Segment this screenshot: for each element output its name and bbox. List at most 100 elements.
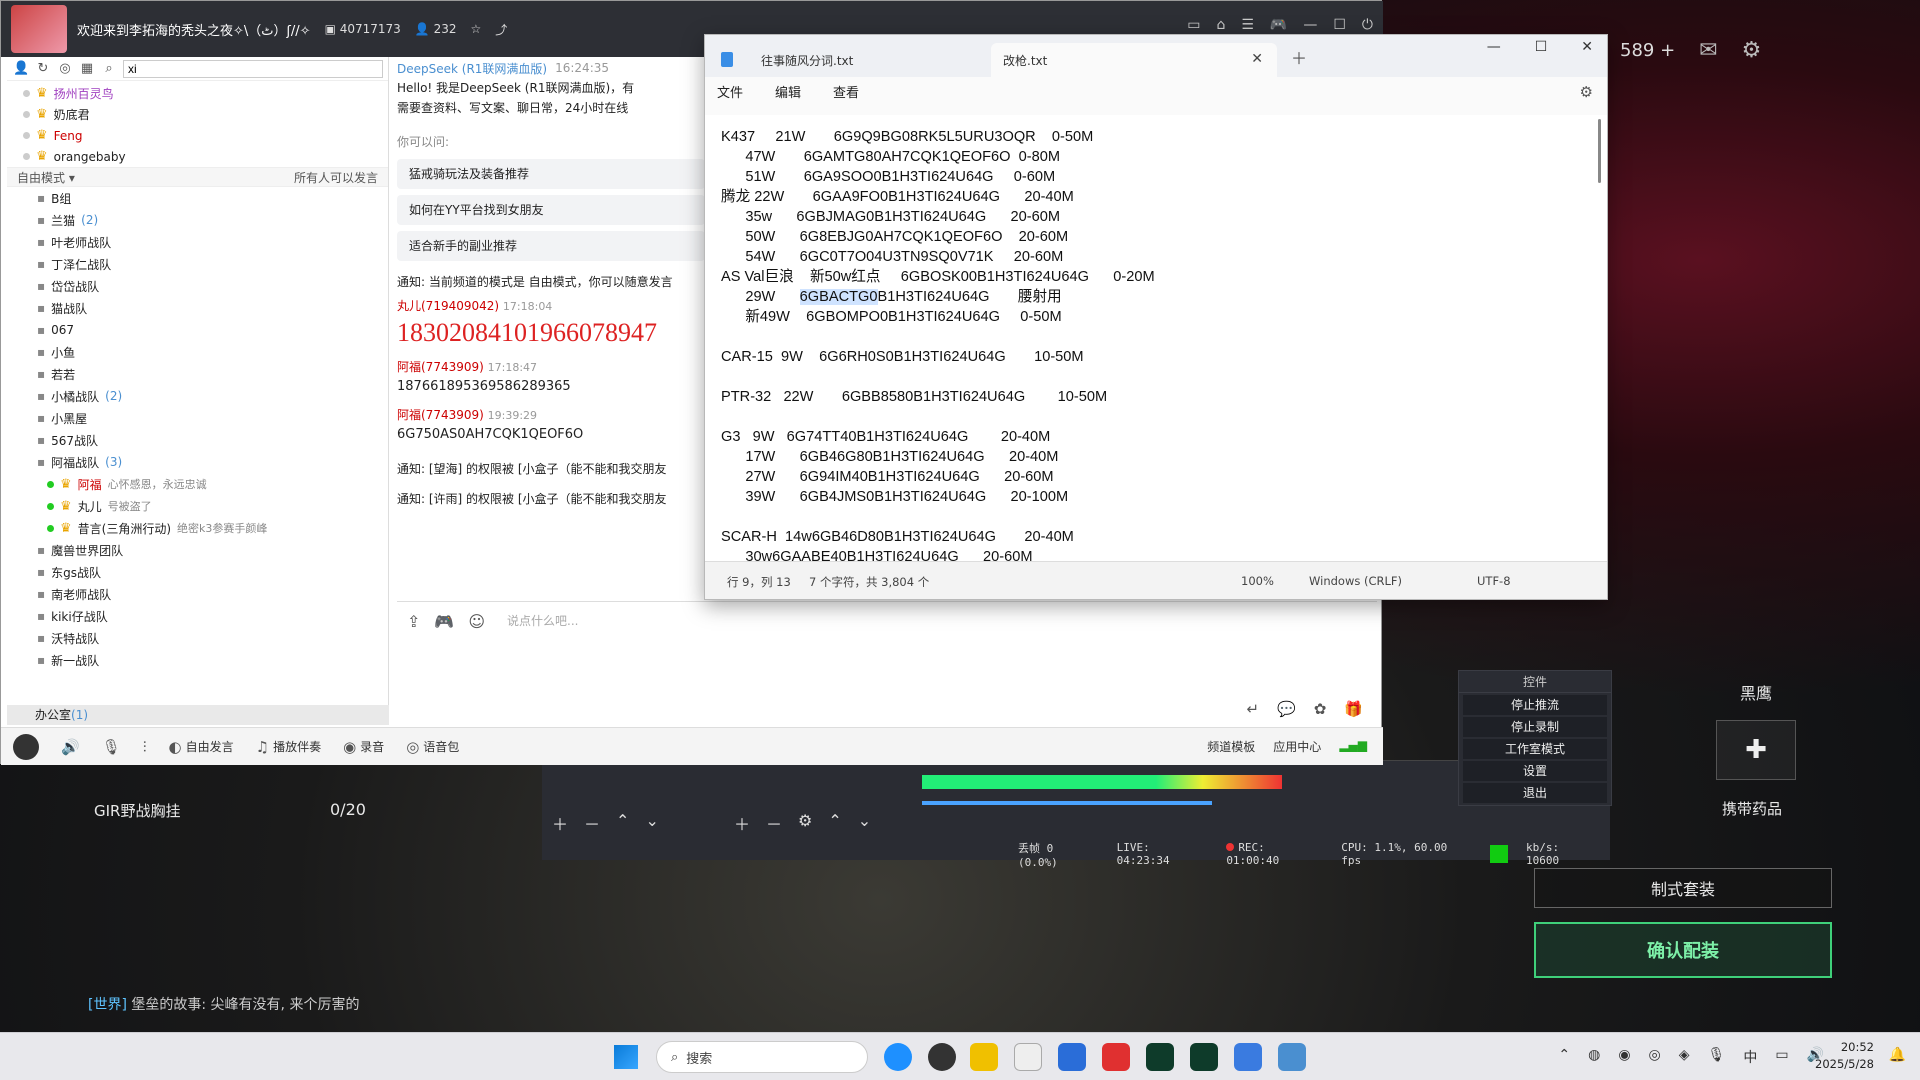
close-icon[interactable]: ✕ (1251, 51, 1263, 67)
channel-item[interactable]: ▪ 新一战队 (37, 649, 388, 671)
channel-item[interactable]: ▪ 兰猫 (2) (37, 209, 388, 231)
add-icon[interactable]: ＋ (734, 811, 750, 835)
avatar[interactable] (13, 733, 39, 760)
suggestion-button[interactable]: 如何在YY平台找到女朋友 (397, 195, 705, 225)
channel-item[interactable]: ▪ 沃特战队 (37, 627, 388, 649)
share-icon[interactable]: ⤴ (495, 21, 507, 38)
channel-item[interactable]: ▪ 丁泽仁战队 (37, 253, 388, 275)
channel-item[interactable]: ▪ kiki仔战队 (37, 605, 388, 627)
steam-icon[interactable] (928, 1043, 956, 1071)
gamepad-icon[interactable]: 🎮 (434, 612, 454, 631)
app-icon[interactable] (1014, 1043, 1042, 1071)
channel-item[interactable]: ▪ 小黑屋 (37, 407, 388, 429)
mode-dropdown[interactable]: 自由模式 ▾ (17, 169, 75, 186)
search-input[interactable] (123, 59, 383, 78)
volume-slider[interactable] (922, 801, 1212, 805)
emoji-icon[interactable]: ☺ (468, 612, 485, 631)
channel-item[interactable]: ▪ 小鱼 (37, 341, 388, 363)
chat-input[interactable]: 说点什么吧... (507, 612, 578, 629)
equalizer-icon[interactable]: ⫶ (143, 738, 147, 756)
voice-pack-button[interactable]: ◎ 语音包 (406, 738, 459, 756)
list-item[interactable]: ♛ 扬州百灵鸟 (23, 83, 388, 104)
channel-item[interactable]: ▪ 魔兽世界团队 (37, 539, 388, 561)
channel-item[interactable]: ▪ 东gs战队 (37, 561, 388, 583)
mail-icon[interactable]: ✉ (1699, 38, 1717, 63)
gear-icon[interactable]: ⚙ (798, 811, 812, 835)
list-item[interactable]: ♛ orangebaby (23, 146, 388, 167)
tray-icon[interactable]: ◉ (1618, 1047, 1630, 1067)
new-tab-icon[interactable]: ＋ (1291, 45, 1307, 69)
taskbar-search[interactable]: ⌕ 搜索 (656, 1041, 868, 1073)
gear-icon[interactable]: ⚙ (1742, 38, 1762, 63)
netease-music-icon[interactable] (1102, 1043, 1130, 1071)
menu-edit[interactable]: 编辑 (775, 82, 801, 101)
channel-item[interactable]: ▪ 567战队 (37, 429, 388, 451)
channel-office[interactable]: 办公室(1) (7, 705, 389, 725)
scrollbar[interactable] (1598, 119, 1601, 183)
record-button[interactable]: ◉ 录音 (343, 738, 384, 756)
edge-icon[interactable] (884, 1043, 912, 1071)
up-icon[interactable]: ⌃ (828, 811, 841, 835)
tab-file-2[interactable]: 改枪.txt ✕ (991, 43, 1277, 77)
game-icon[interactable] (1190, 1043, 1218, 1071)
gift-icon[interactable]: 🎁 (1344, 700, 1363, 718)
input-language[interactable]: 中 (1743, 1047, 1757, 1067)
user-icon[interactable]: 👤 (13, 61, 29, 77)
maximize-icon[interactable]: ☐ (1333, 17, 1346, 33)
mic-icon[interactable]: 🎙 (1708, 1047, 1726, 1067)
share-icon[interactable]: ⇪ (407, 612, 420, 631)
channel-item[interactable]: ▪ 若若 (37, 363, 388, 385)
channel-item[interactable]: ▪ 小橘战队 (2) (37, 385, 388, 407)
list-item[interactable]: ♛ 丸儿 号被盗了 (37, 495, 388, 517)
stop-stream-button[interactable]: 停止推流 (1463, 695, 1607, 715)
remove-icon[interactable]: － (766, 811, 782, 835)
menu-file[interactable]: 文件 (717, 82, 743, 101)
minimize-icon[interactable]: — (1487, 39, 1501, 55)
clock[interactable]: 20:52 2025/5/28 (1815, 1039, 1874, 1073)
flower-icon[interactable]: ✿ (1314, 700, 1327, 718)
menu-view[interactable]: 查看 (833, 82, 859, 101)
zoom-level[interactable]: 100% (1241, 574, 1274, 588)
gamepad-icon[interactable]: 🎮 (1270, 17, 1287, 33)
maximize-icon[interactable]: ☐ (1535, 39, 1548, 55)
confirm-loadout-button[interactable]: 确认配装 (1534, 922, 1832, 978)
chevron-up-icon[interactable]: ⌃ (1558, 1047, 1570, 1067)
home-icon[interactable]: ⌂ (1216, 17, 1225, 33)
music-button[interactable]: ♫ 播放伴奏 (256, 738, 321, 756)
close-icon[interactable]: ✕ (1581, 39, 1593, 55)
remove-icon[interactable]: － (584, 811, 600, 835)
medkit-slot[interactable]: ✚ (1716, 720, 1796, 780)
bubble-icon[interactable]: 💬 (1277, 700, 1296, 718)
notepad-icon[interactable] (1234, 1043, 1262, 1071)
channel-item[interactable]: ▪ 南老师战队 (37, 583, 388, 605)
app-icon[interactable] (970, 1043, 998, 1071)
list-item[interactable]: ♛ Feng (23, 125, 388, 146)
bot-name[interactable]: DeepSeek (R1联网满血版) (397, 60, 547, 77)
list-icon[interactable]: ☰ (1241, 17, 1254, 33)
refresh-icon[interactable]: ↻ (35, 61, 51, 77)
line-ending[interactable]: Windows (CRLF) (1309, 574, 1402, 588)
channel-item[interactable]: ▪ B组 (37, 187, 388, 209)
yy-icon[interactable] (1278, 1043, 1306, 1071)
suggestion-button[interactable]: 猛戒骑玩法及装备推荐 (397, 159, 705, 189)
tray-icon[interactable]: ◍ (1588, 1047, 1600, 1067)
channel-template-button[interactable]: 频道模板 (1207, 738, 1255, 755)
text-editor[interactable]: K437 21W 6G9Q9BG08RK5L5URU3OQR 0-50M 47W… (705, 115, 1607, 561)
screen-icon[interactable]: ▭ (1187, 17, 1200, 33)
exit-button[interactable]: 退出 (1463, 783, 1607, 803)
network-icon[interactable]: ▭ (1775, 1047, 1788, 1067)
list-item[interactable]: ♛ 奶底君 (23, 104, 388, 125)
game-icon[interactable] (1146, 1043, 1174, 1071)
channel-item[interactable]: ▪ 阿福战队 (3) (37, 451, 388, 473)
grid-icon[interactable]: ▦ (79, 61, 95, 77)
tab-file-1[interactable]: 往事随风分词.txt (705, 43, 991, 77)
gear-icon[interactable]: ⚙ (1580, 83, 1593, 101)
speaker-icon[interactable]: 🔊 (61, 738, 80, 756)
windows-start-icon[interactable] (614, 1045, 638, 1069)
enter-icon[interactable]: ↵ (1246, 700, 1259, 718)
add-icon[interactable]: ＋ (552, 811, 568, 835)
settings-button[interactable]: 设置 (1463, 761, 1607, 781)
down-icon[interactable]: ⌄ (858, 811, 871, 835)
channel-item[interactable]: ▪ 岱岱战队 (37, 275, 388, 297)
mic-icon[interactable]: 🎙 (102, 738, 121, 756)
